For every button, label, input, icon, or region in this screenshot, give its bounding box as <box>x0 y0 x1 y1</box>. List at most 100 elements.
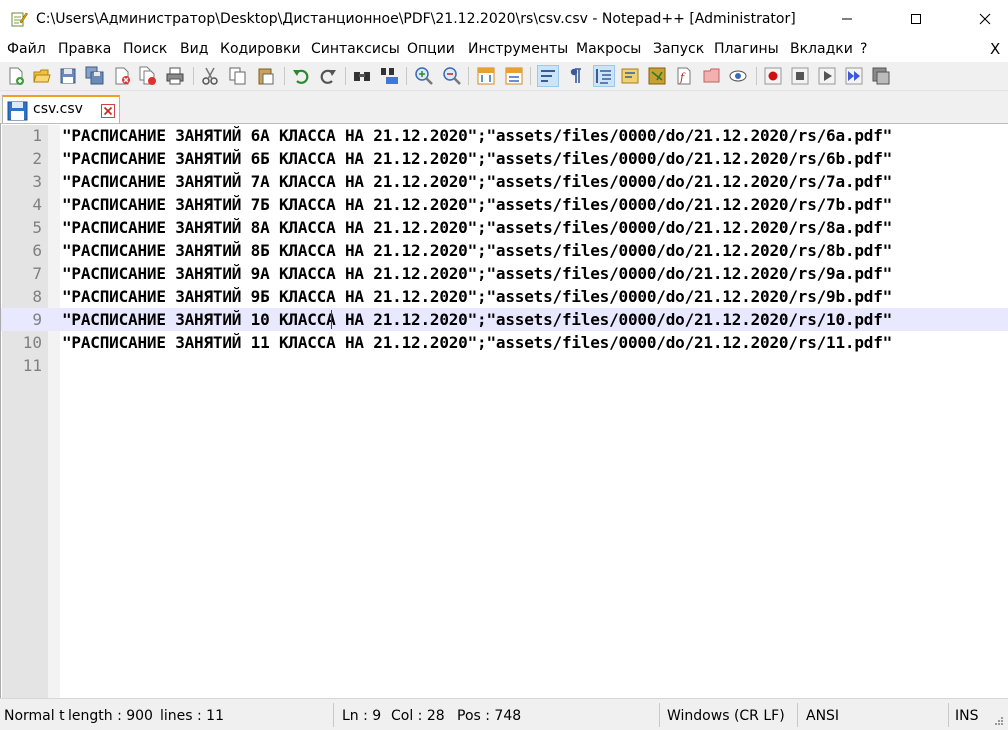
line-text[interactable]: "РАСПИСАНИЕ ЗАНЯТИЙ 9Б КЛАССА НА 21.12.2… <box>62 287 892 306</box>
notepadpp-window: C:\Users\Администратор\Desktop\Дистанцио… <box>0 0 1008 730</box>
minimize-button[interactable] <box>824 0 870 38</box>
text-caret <box>331 310 332 329</box>
menu-edit[interactable]: Правка <box>58 41 111 57</box>
function-list-icon[interactable]: f <box>674 66 694 86</box>
line-text[interactable]: "РАСПИСАНИЕ ЗАНЯТИЙ 11 КЛАССА НА 21.12.2… <box>62 333 892 352</box>
open-file-icon[interactable] <box>32 66 52 86</box>
line-number: 10 <box>22 333 42 352</box>
status-divider <box>797 703 798 727</box>
line-text[interactable]: "РАСПИСАНИЕ ЗАНЯТИЙ 10 КЛАССА НА 21.12.2… <box>62 310 892 329</box>
line-number: 2 <box>32 149 42 168</box>
status-encoding: ANSI <box>806 708 840 724</box>
cut-icon[interactable] <box>200 66 220 86</box>
menu-settings[interactable]: Опции <box>407 41 455 57</box>
save-macro-icon[interactable] <box>871 66 891 86</box>
menu-language[interactable]: Синтаксисы <box>311 41 400 57</box>
status-divider <box>948 703 949 727</box>
line-text[interactable]: "РАСПИСАНИЕ ЗАНЯТИЙ 8А КЛАССА НА 21.12.2… <box>62 218 892 237</box>
zoom-out-icon[interactable] <box>442 66 462 86</box>
run-macro-multiple-icon[interactable] <box>844 66 864 86</box>
undo-icon[interactable] <box>291 66 311 86</box>
close-window-button[interactable] <box>962 0 1008 38</box>
tab-csv[interactable]: csv.csv <box>2 95 120 123</box>
redo-icon[interactable] <box>318 66 338 86</box>
menu-help[interactable]: ? <box>860 41 867 57</box>
editor-line[interactable]: 10 "РАСПИСАНИЕ ЗАНЯТИЙ 11 КЛАССА НА 21.12… <box>1 331 1008 354</box>
toolbar-separator <box>530 67 531 85</box>
editor-line[interactable]: 4 "РАСПИСАНИЕ ЗАНЯТИЙ 7Б КЛАССА НА 21.12.… <box>1 193 1008 216</box>
paste-icon[interactable] <box>256 66 276 86</box>
status-divider <box>333 703 334 727</box>
show-all-chars-icon[interactable] <box>566 66 586 86</box>
editor-line[interactable]: 1 "РАСПИСАНИЕ ЗАНЯТИЙ 6А КЛАССА НА 21.12.… <box>1 124 1008 147</box>
notepadpp-app-icon[interactable] <box>10 10 28 28</box>
play-macro-icon[interactable] <box>817 66 837 86</box>
copy-icon[interactable] <box>228 66 248 86</box>
tab-close-icon[interactable] <box>101 103 115 122</box>
line-number: 4 <box>32 195 42 214</box>
save-all-icon[interactable] <box>85 66 105 86</box>
zoom-in-icon[interactable] <box>414 66 434 86</box>
close-icon[interactable] <box>112 66 132 86</box>
editor-line[interactable]: 3 "РАСПИСАНИЕ ЗАНЯТИЙ 7А КЛАССА НА 21.12.… <box>1 170 1008 193</box>
menu-window[interactable]: Вкладки <box>790 41 853 57</box>
status-eol: Windows (CR LF) <box>667 708 785 724</box>
toolbar-separator <box>468 67 469 85</box>
line-text[interactable]: "РАСПИСАНИЕ ЗАНЯТИЙ 6Б КЛАССА НА 21.12.2… <box>62 149 892 168</box>
status-lines: lines : 11 <box>160 708 224 724</box>
replace-icon[interactable] <box>380 66 400 86</box>
line-number: 1 <box>32 126 42 145</box>
editor-area[interactable]: 1 "РАСПИСАНИЕ ЗАНЯТИЙ 6А КЛАССА НА 21.12.… <box>0 123 1008 699</box>
editor-line[interactable]: 6 "РАСПИСАНИЕ ЗАНЯТИЙ 8Б КЛАССА НА 21.12.… <box>1 239 1008 262</box>
toolbar-separator <box>193 67 194 85</box>
editor-line[interactable]: 7 "РАСПИСАНИЕ ЗАНЯТИЙ 9А КЛАССА НА 21.12.… <box>1 262 1008 285</box>
status-doc-type: Normal t <box>4 708 65 724</box>
save-icon[interactable] <box>58 66 78 86</box>
editor-line[interactable]: 8 "РАСПИСАНИЕ ЗАНЯТИЙ 9Б КЛАССА НА 21.12.… <box>1 285 1008 308</box>
folder-workspace-icon[interactable] <box>702 66 722 86</box>
find-icon[interactable] <box>352 66 372 86</box>
doc-map-icon[interactable] <box>647 66 667 86</box>
menu-run[interactable]: Запуск <box>653 41 704 57</box>
maximize-button[interactable] <box>893 0 939 38</box>
editor-line[interactable]: 2 "РАСПИСАНИЕ ЗАНЯТИЙ 6Б КЛАССА НА 21.12.… <box>1 147 1008 170</box>
menu-plugins[interactable]: Плагины <box>714 41 779 57</box>
menu-macro[interactable]: Макросы <box>576 41 641 57</box>
record-macro-icon[interactable] <box>763 66 783 86</box>
menu-view[interactable]: Вид <box>180 41 208 57</box>
line-number: 7 <box>32 264 42 283</box>
close-all-icon[interactable] <box>138 66 158 86</box>
line-text[interactable]: "РАСПИСАНИЕ ЗАНЯТИЙ 7А КЛАССА НА 21.12.2… <box>62 172 892 191</box>
line-text[interactable]: "РАСПИСАНИЕ ЗАНЯТИЙ 9А КЛАССА НА 21.12.2… <box>62 264 892 283</box>
menu-tools[interactable]: Инструменты <box>468 41 568 57</box>
status-position: Pos : 748 <box>457 708 522 724</box>
status-bar: Normal t length : 900 lines : 11 Ln : 9 … <box>0 698 1008 730</box>
editor-line[interactable]: 9 "РАСПИСАНИЕ ЗАНЯТИЙ 10 КЛАССА НА 21.12.… <box>1 308 1008 331</box>
word-wrap-icon[interactable] <box>537 65 559 87</box>
menu-file[interactable]: Файл <box>7 41 46 57</box>
sync-horizontal-icon[interactable] <box>504 66 524 86</box>
editor-line[interactable]: 11 <box>1 354 1008 377</box>
menu-search[interactable]: Поиск <box>123 41 167 57</box>
status-line: Ln : 9 <box>342 708 382 724</box>
line-number: 11 <box>22 356 42 375</box>
resize-grip-icon[interactable] <box>992 713 1004 730</box>
close-document-x[interactable]: X <box>990 40 1000 58</box>
title-bar[interactable]: C:\Users\Администратор\Desktop\Дистанцио… <box>0 0 1008 38</box>
line-text[interactable]: "РАСПИСАНИЕ ЗАНЯТИЙ 6А КЛАССА НА 21.12.2… <box>62 126 892 145</box>
editor-line[interactable]: 5 "РАСПИСАНИЕ ЗАНЯТИЙ 8А КЛАССА НА 21.12.… <box>1 216 1008 239</box>
indent-guide-icon[interactable] <box>593 65 615 87</box>
toolbar-separator <box>756 67 757 85</box>
line-number: 6 <box>32 241 42 260</box>
line-number: 5 <box>32 218 42 237</box>
toolbar-separator <box>345 67 346 85</box>
sync-vertical-icon[interactable] <box>476 66 496 86</box>
monitoring-icon[interactable] <box>728 66 748 86</box>
udl-icon[interactable] <box>620 66 640 86</box>
new-file-icon[interactable] <box>6 66 26 86</box>
stop-record-icon[interactable] <box>790 66 810 86</box>
line-text[interactable]: "РАСПИСАНИЕ ЗАНЯТИЙ 8Б КЛАССА НА 21.12.2… <box>62 241 892 260</box>
print-icon[interactable] <box>165 66 185 86</box>
menu-encoding[interactable]: Кодировки <box>220 41 301 57</box>
line-text[interactable]: "РАСПИСАНИЕ ЗАНЯТИЙ 7Б КЛАССА НА 21.12.2… <box>62 195 892 214</box>
